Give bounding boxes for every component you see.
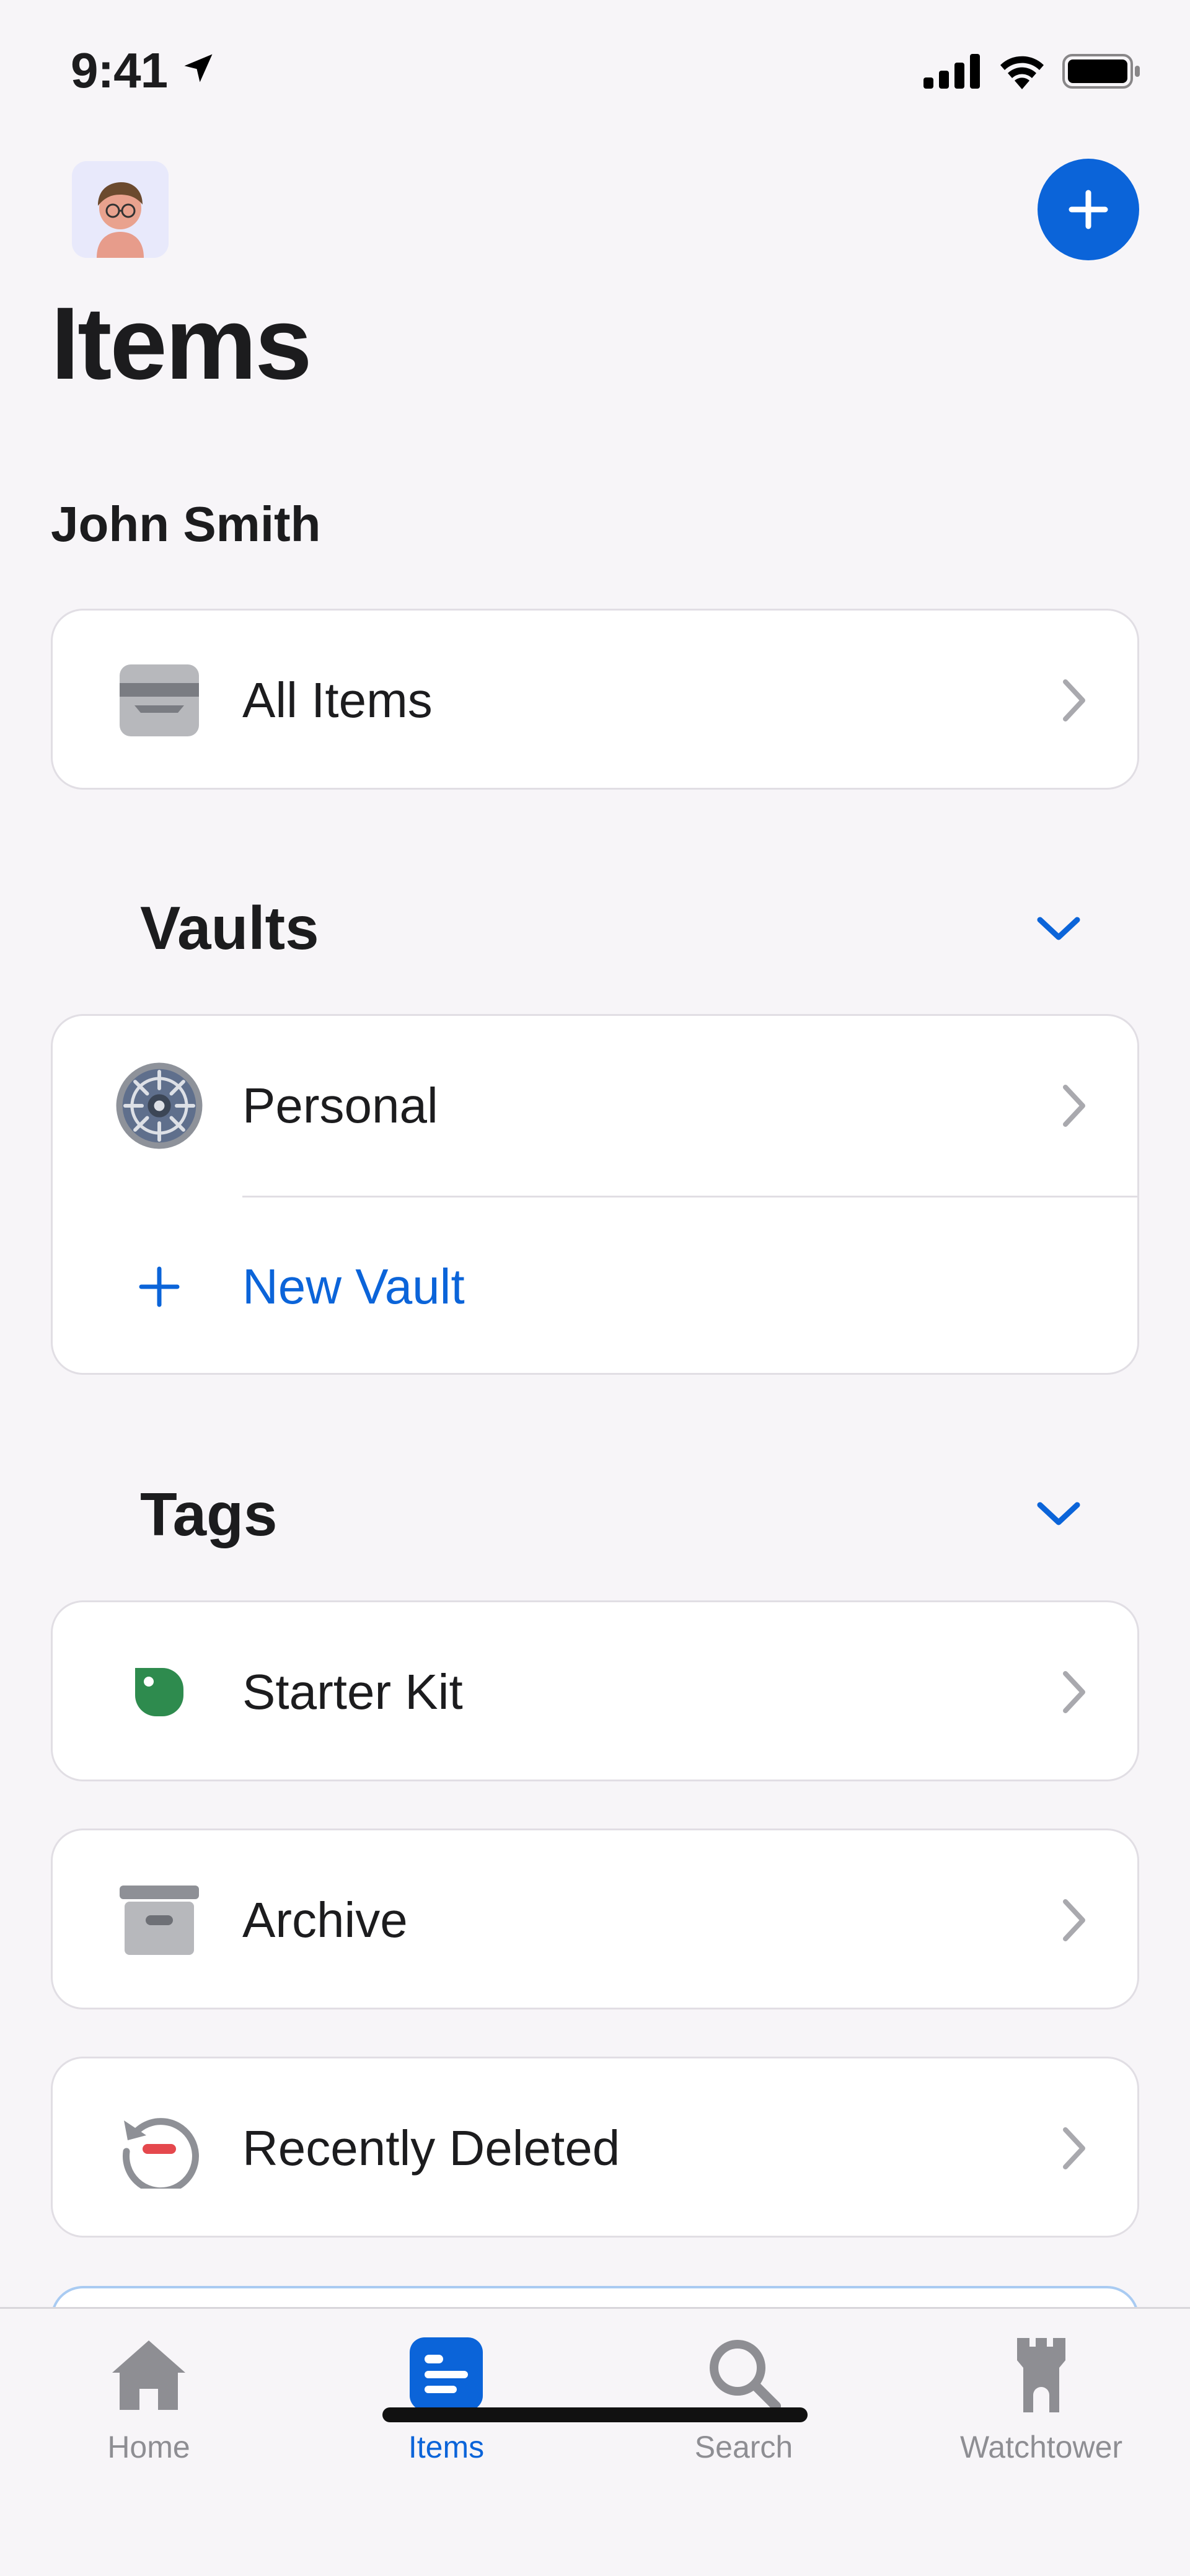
home-icon [108,2334,189,2414]
archive-box-icon [115,1876,204,1965]
recently-deleted-label: Recently Deleted [242,2120,620,2176]
tag-label: Starter Kit [242,1664,463,1719]
archive-card: Archive [51,1828,1139,2009]
battery-icon [1062,54,1140,89]
tab-search[interactable]: Search [595,2334,892,2476]
all-items-card: All Items [51,609,1139,790]
tab-items[interactable]: Items [298,2334,595,2476]
all-items-label: All Items [242,673,433,728]
vault-icon [115,1061,204,1150]
watchtower-icon [1001,2334,1082,2414]
vaults-collapse-toggle[interactable] [1034,910,1083,947]
vault-row-personal[interactable]: Personal [53,1016,1137,1196]
recently-deleted-card: Recently Deleted [51,2057,1139,2238]
tab-home-label: Home [107,2430,190,2464]
chevron-right-icon [1063,1899,1085,1941]
new-vault-label: New Vault [242,1259,465,1314]
account-name: John Smith [51,496,321,552]
page-title: Items [51,286,312,401]
vaults-section-title: Vaults [140,894,319,962]
tags-section-title: Tags [140,1480,278,1548]
chevron-down-icon [1037,917,1080,940]
chevron-right-icon [1063,1671,1085,1713]
tab-search-label: Search [694,2430,793,2464]
chevron-right-icon [1063,1085,1085,1127]
chevron-right-icon [1063,2127,1085,2169]
search-icon [703,2334,784,2414]
new-vault-button[interactable]: New Vault [53,1197,1137,1377]
wifi-icon [1000,56,1044,89]
location-arrow-icon [180,50,217,90]
archive-row[interactable]: Archive [53,1830,1137,2010]
chevron-right-icon [1063,679,1085,721]
tab-watchtower[interactable]: Watchtower [892,2334,1190,2476]
tag-icon [115,1647,204,1737]
tags-card: Starter Kit [51,1600,1139,1781]
cellular-signal-icon [923,54,980,89]
restore-icon [115,2104,204,2193]
tab-bar: Home Items Search Watchtower [0,2307,1190,2576]
all-items-icon [115,656,204,745]
status-icons [923,53,1142,89]
home-indicator[interactable] [382,2407,808,2422]
add-item-button[interactable] [1038,159,1139,260]
vault-label: Personal [242,1078,438,1133]
archive-label: Archive [242,1892,408,1947]
tags-collapse-toggle[interactable] [1034,1495,1083,1532]
avatar[interactable] [72,161,169,258]
tag-row-starter-kit[interactable]: Starter Kit [53,1602,1137,1782]
status-time: 9:41 [71,43,168,98]
tab-watchtower-label: Watchtower [959,2430,1123,2464]
tab-home[interactable]: Home [0,2334,298,2476]
plus-icon [1069,190,1108,229]
vaults-card: Personal New Vault [51,1014,1139,1375]
all-items-row[interactable]: All Items [53,611,1137,790]
recently-deleted-row[interactable]: Recently Deleted [53,2058,1137,2238]
chevron-down-icon [1037,1502,1080,1525]
tab-items-label: Items [408,2430,485,2464]
plus-icon [115,1242,204,1331]
items-icon [406,2334,487,2414]
